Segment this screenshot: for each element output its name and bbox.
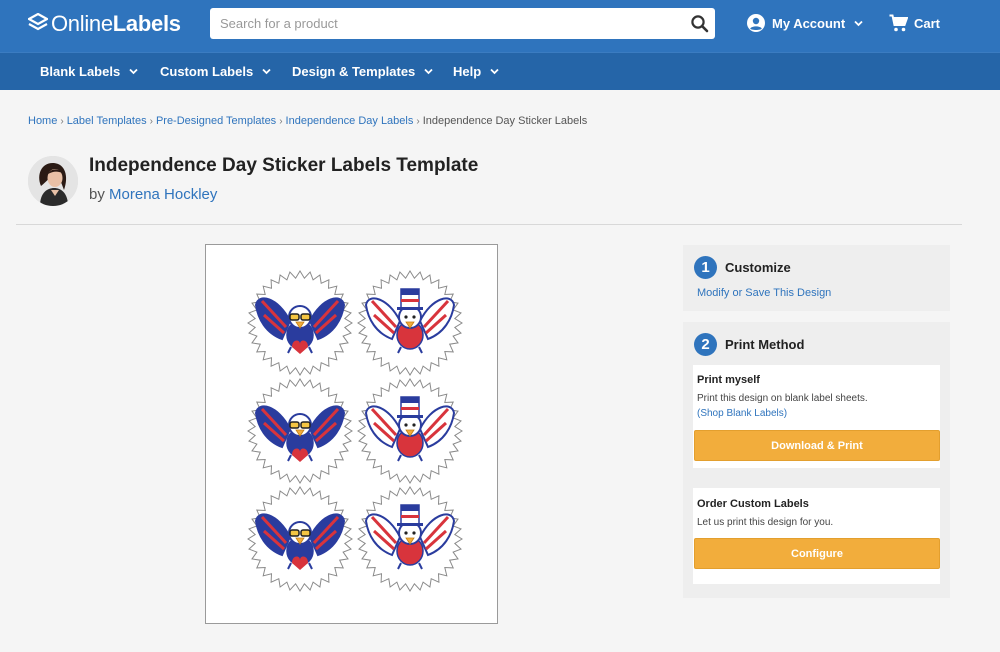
nav-label: Help	[453, 64, 482, 79]
chevron-down-icon	[854, 20, 863, 26]
print-method-heading: 2 Print Method	[694, 333, 804, 356]
modify-design-link[interactable]: Modify or Save This Design	[697, 287, 831, 299]
breadcrumb-pre-designed-templates[interactable]: Pre-Designed Templates	[156, 115, 276, 127]
customize-panel: 1 Customize Modify or Save This Design	[683, 245, 950, 311]
print-myself-title: Print myself	[697, 374, 760, 386]
template-preview[interactable]	[205, 244, 498, 624]
logo-text: OnlineLabels	[51, 11, 181, 36]
nav-help[interactable]: Help	[453, 53, 499, 90]
nav-design-templates[interactable]: Design & Templates	[292, 53, 433, 90]
search-box	[210, 8, 715, 39]
label-sheet-preview	[247, 270, 463, 592]
breadcrumb-label-templates[interactable]: Label Templates	[67, 115, 147, 127]
breadcrumb-separator: ›	[416, 116, 420, 127]
shop-blank-labels-link[interactable]: (Shop Blank Labels)	[697, 408, 787, 419]
cart-icon	[889, 14, 908, 32]
logo-icon	[28, 13, 48, 31]
print-myself-card: Print myself Print this design on blank …	[693, 365, 940, 468]
breadcrumb-separator: ›	[279, 116, 283, 127]
breadcrumb-current: Independence Day Sticker Labels	[422, 115, 588, 127]
breadcrumb-home[interactable]: Home	[28, 115, 57, 127]
author-byline: by Morena Hockley	[89, 186, 217, 203]
sticker-label	[357, 270, 463, 376]
my-account-label: My Account	[772, 15, 846, 31]
breadcrumb-independence-day-labels[interactable]: Independence Day Labels	[286, 115, 414, 127]
print-method-panel: 2 Print Method Print myself Print this d…	[683, 322, 950, 598]
author-avatar[interactable]	[28, 156, 78, 206]
nav-custom-labels[interactable]: Custom Labels	[160, 53, 271, 90]
byline-prefix: by	[89, 186, 105, 203]
user-icon	[747, 14, 765, 32]
breadcrumb-separator: ›	[149, 116, 153, 127]
order-custom-description: Let us print this design for you.	[697, 517, 834, 528]
sticker-label	[247, 270, 353, 376]
nav-label: Design & Templates	[292, 64, 416, 79]
sticker-label	[357, 378, 463, 484]
divider	[16, 224, 962, 225]
nav-label: Custom Labels	[160, 64, 254, 79]
sticker-label	[247, 378, 353, 484]
order-custom-card: Order Custom Labels Let us print this de…	[693, 488, 940, 584]
step-number-badge: 1	[694, 256, 717, 279]
step-title: Customize	[725, 260, 791, 275]
breadcrumb-separator: ›	[60, 116, 64, 127]
main-nav: Blank Labels Custom Labels Design & Temp…	[0, 52, 1000, 90]
sticker-label	[357, 486, 463, 592]
author-link[interactable]: Morena Hockley	[109, 186, 217, 203]
site-logo[interactable]: OnlineLabels	[28, 11, 181, 37]
search-input[interactable]	[210, 8, 680, 39]
step-title: Print Method	[725, 337, 805, 352]
nav-label: Blank Labels	[40, 64, 121, 79]
top-header: OnlineLabels My Account Cart	[0, 0, 1000, 52]
configure-button[interactable]: Configure	[694, 538, 940, 569]
page-title: Independence Day Sticker Labels Template	[89, 155, 479, 176]
nav-blank-labels[interactable]: Blank Labels	[40, 53, 138, 90]
step-number-badge: 2	[694, 333, 717, 356]
order-custom-title: Order Custom Labels	[697, 498, 809, 510]
search-icon[interactable]	[690, 14, 709, 33]
customize-heading: 1 Customize	[694, 256, 791, 279]
author-photo	[28, 156, 78, 206]
chevron-down-icon	[262, 68, 271, 75]
download-print-button[interactable]: Download & Print	[694, 430, 940, 461]
my-account-menu[interactable]: My Account	[747, 14, 863, 32]
print-myself-description: Print this design on blank label sheets.	[697, 393, 868, 404]
cart-button[interactable]: Cart	[889, 14, 940, 32]
cart-label: Cart	[914, 15, 941, 31]
sticker-label	[247, 486, 353, 592]
chevron-down-icon	[129, 68, 138, 75]
chevron-down-icon	[490, 68, 499, 75]
chevron-down-icon	[424, 68, 433, 75]
breadcrumb: Home › Label Templates › Pre-Designed Templa…	[28, 115, 587, 127]
